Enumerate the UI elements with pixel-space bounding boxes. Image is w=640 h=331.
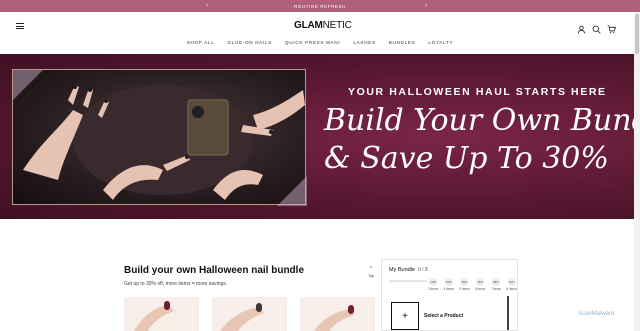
- hero-headline-line-2: & Save Up To 30%: [324, 141, 609, 176]
- announcement-text: ROUTINE REFRESH: [293, 3, 346, 9]
- step-items-label: 4 items: [443, 287, 454, 291]
- product-card[interactable]: [300, 297, 375, 331]
- discount-step: 25% 6 items: [474, 278, 486, 291]
- discount-step: 20% 5 items: [458, 278, 470, 291]
- watermark: ScanMalware: [578, 311, 615, 317]
- logo-rest-text: NETIC: [322, 20, 352, 31]
- nav-item-lashes[interactable]: LASHES: [353, 40, 375, 45]
- hero-tagline: YOUR HALLOWEEN HAUL STARTS HERE: [348, 86, 607, 98]
- discount-badge: 15%: [444, 278, 453, 286]
- discount-step: 10% 3 items: [427, 278, 439, 291]
- step-items-label: 3 items: [427, 287, 439, 291]
- bundle-progress-bar: [389, 280, 427, 282]
- discount-badge: 20%: [460, 278, 469, 286]
- panel-scrollbar[interactable]: [507, 296, 509, 330]
- discount-steps: 10% 3 items 15% 4 items 20% 5 items 25% 6 it…: [427, 278, 518, 291]
- add-product-button[interactable]: +: [391, 302, 419, 330]
- hero-banner[interactable]: YOUR HALLOWEEN HAUL STARTS HERE Build Yo…: [0, 54, 634, 219]
- back-to-top-button[interactable]: ˆ Top: [366, 267, 376, 278]
- step-items-label: 5 items: [459, 287, 470, 291]
- step-items-label: 7 items: [490, 287, 501, 291]
- page-scrollbar[interactable]: [634, 12, 640, 331]
- discount-step: 15% 4 items: [443, 278, 455, 291]
- discount-step: 30% 8 items: [505, 278, 517, 291]
- chevron-up-icon: ˆ: [369, 267, 373, 274]
- hero-hands-image: [12, 69, 307, 206]
- cart-icon[interactable]: [607, 21, 617, 34]
- logo[interactable]: GLAMNETIC: [294, 20, 352, 31]
- scrollbar-thumb[interactable]: [635, 14, 639, 54]
- account-icon[interactable]: [577, 21, 586, 34]
- chevron-left-icon[interactable]: ‹: [206, 0, 208, 12]
- discount-badge: 25%: [476, 278, 485, 286]
- nav-item-loyalty[interactable]: LOYALTY: [428, 40, 453, 45]
- announcement-bar: ‹ ROUTINE REFRESH ›: [0, 0, 640, 12]
- my-bundle-panel: My Bundle 0 / 8 10% 3 items 15% 4 items 20…: [381, 259, 518, 331]
- discount-step: 28% 7 items: [490, 278, 502, 291]
- discount-badge: 10%: [429, 278, 438, 286]
- bundle-section-title: Build your own Halloween nail bundle: [124, 265, 305, 276]
- chevron-right-icon[interactable]: ›: [425, 0, 427, 12]
- search-icon[interactable]: [592, 21, 601, 34]
- back-to-top-label: Top: [368, 274, 374, 278]
- product-card[interactable]: [124, 297, 199, 331]
- step-items-label: 8 items: [506, 287, 517, 291]
- nav-item-bundles[interactable]: BUNDLES: [389, 40, 416, 45]
- hero-headline-line-1: Build Your Own Bundle: [324, 103, 634, 138]
- bundle-count: 0 / 8: [418, 267, 428, 273]
- bundle-section-subtitle: Get up to 30% off, more items = more sav…: [124, 281, 228, 287]
- discount-badge: 30%: [507, 278, 516, 286]
- my-bundle-title: My Bundle: [389, 267, 415, 273]
- select-product-label[interactable]: Select a Product: [424, 313, 463, 319]
- nav-item-glue-on-nails[interactable]: GLUE-ON NAILS: [227, 40, 272, 45]
- nav-item-quick-press-mani[interactable]: QUICK PRESS MANI: [285, 40, 340, 45]
- hamburger-menu-icon[interactable]: [16, 23, 24, 29]
- product-card[interactable]: [212, 297, 287, 331]
- logo-bold-text: GLAM: [294, 20, 323, 31]
- main-nav: SHOP ALL GLUE-ON NAILS QUICK PRESS MANI …: [0, 40, 640, 45]
- nav-item-shop-all[interactable]: SHOP ALL: [187, 40, 215, 45]
- step-items-label: 6 items: [475, 287, 486, 291]
- discount-badge: 28%: [491, 278, 500, 286]
- site-header: GLAMNETIC SHOP ALL GLUE-ON NAILS QUICK P…: [0, 12, 640, 54]
